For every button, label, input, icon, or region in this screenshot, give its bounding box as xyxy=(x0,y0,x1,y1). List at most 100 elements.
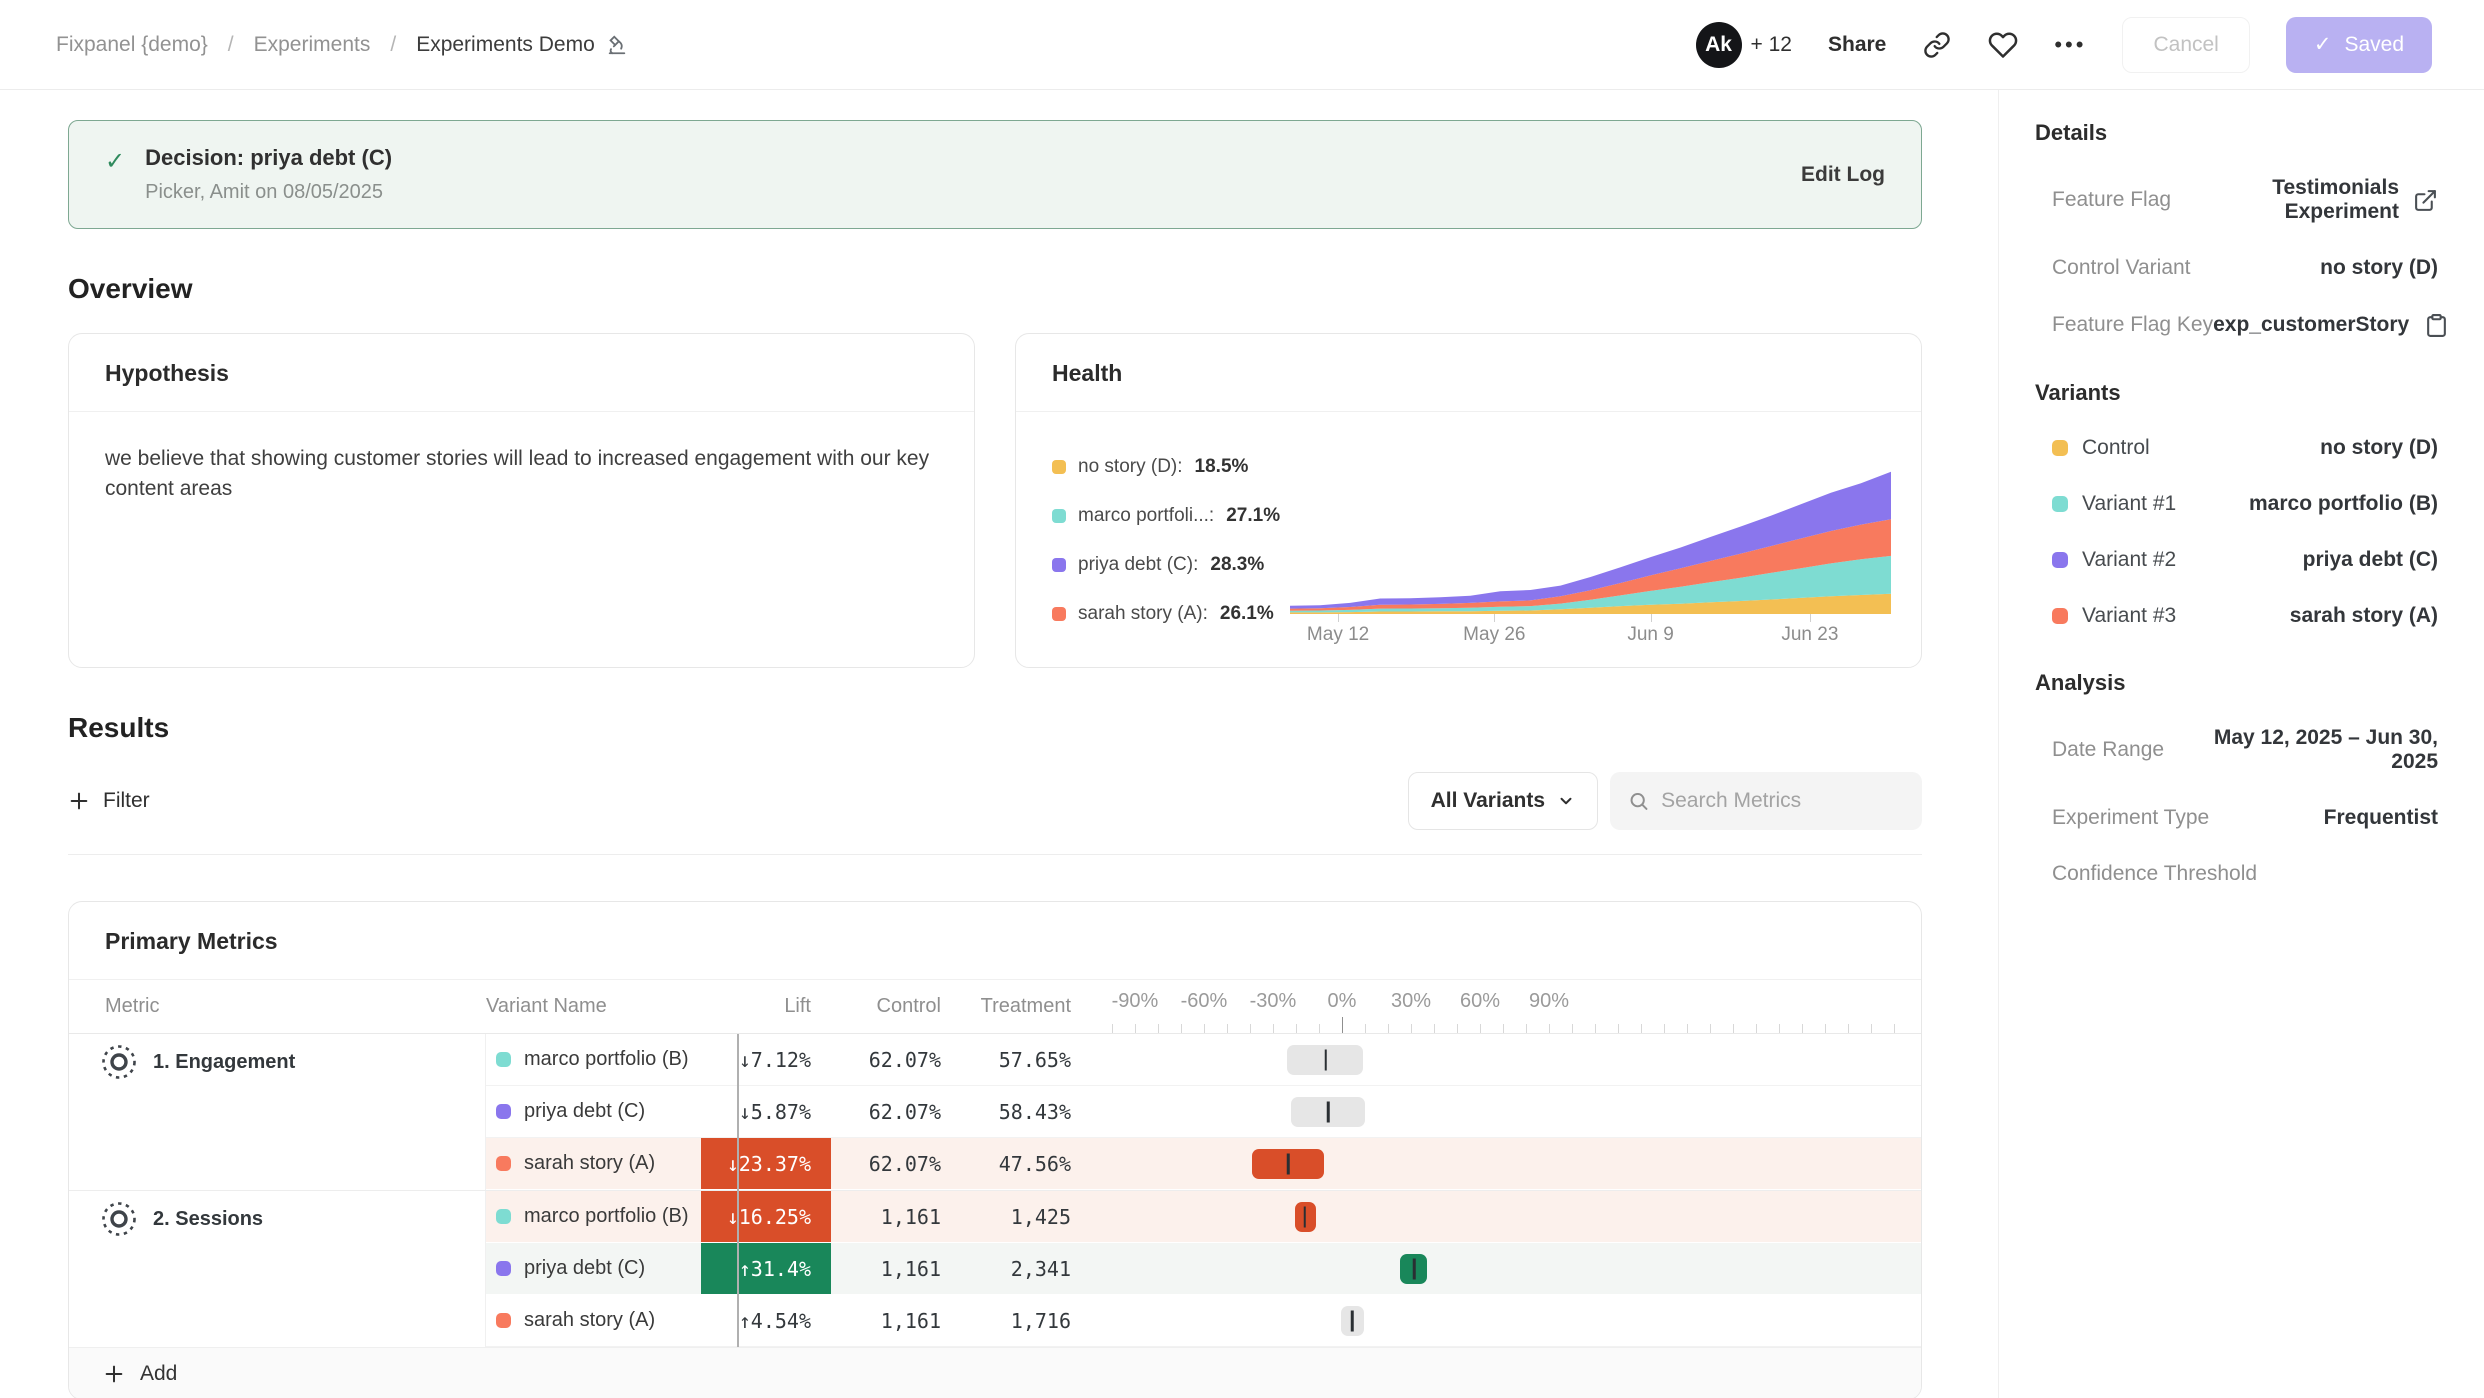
metric-cell[interactable]: 1. Engagement xyxy=(69,1034,486,1190)
table-row[interactable]: sarah story (A)↑4.54%1,1611,716 xyxy=(486,1295,1921,1347)
search-metrics-box[interactable] xyxy=(1610,772,1922,830)
variant-row: Variant #2priya debt (C) xyxy=(2035,548,2438,572)
legend-value: 27.1% xyxy=(1226,505,1280,527)
col-lift: Lift xyxy=(701,995,831,1018)
chevron-down-icon xyxy=(1557,792,1575,810)
favorite-heart-icon[interactable] xyxy=(1988,30,2018,60)
variant-name: sarah story (A) xyxy=(524,1152,655,1175)
collaborator-avatars[interactable]: Ak + 12 xyxy=(1696,22,1792,68)
table-row[interactable]: marco portfolio (B)↓7.12%62.07%57.65% xyxy=(486,1034,1921,1086)
variant-cell: marco portfolio (B) xyxy=(486,1034,701,1085)
analysis-row: Experiment TypeFrequentist xyxy=(2035,806,2438,830)
mean-marker xyxy=(1327,1101,1330,1122)
variant-cell: priya debt (C) xyxy=(486,1243,701,1294)
axis-tick xyxy=(1411,1024,1412,1033)
treatment-value: 2,341 xyxy=(961,1243,1091,1294)
table-row[interactable]: priya debt (C)↑31.4%1,1612,341 xyxy=(486,1243,1921,1295)
avatar[interactable]: Ak xyxy=(1696,22,1742,68)
search-icon xyxy=(1628,789,1649,813)
cancel-button[interactable]: Cancel xyxy=(2122,17,2249,73)
health-legend: no story (D): 18.5%marco portfoli...: 27… xyxy=(1052,412,1290,653)
axis-tick xyxy=(1572,1024,1573,1033)
legend-color-chip xyxy=(1052,460,1066,474)
variant-cell: marco portfolio (B) xyxy=(486,1191,701,1242)
breadcrumb-project[interactable]: Fixpanel {demo} xyxy=(56,33,208,57)
share-button[interactable]: Share xyxy=(1828,33,1886,57)
axis-tick xyxy=(1503,1024,1504,1033)
external-link-icon[interactable] xyxy=(2413,187,2438,213)
axis-label: 30% xyxy=(1391,990,1431,1013)
app-window: Fixpanel {demo} / Experiments / Experime… xyxy=(0,0,2484,1398)
variant-color-chip xyxy=(2052,440,2068,456)
add-metric-button[interactable]: Add xyxy=(69,1347,1921,1398)
analysis-value: Frequentist xyxy=(2324,806,2438,830)
control-value: 1,161 xyxy=(831,1295,961,1346)
clipboard-icon[interactable] xyxy=(2423,312,2449,338)
variant-color-chip xyxy=(496,1104,511,1119)
axis-tick xyxy=(1710,1024,1711,1033)
breadcrumb-experiments[interactable]: Experiments xyxy=(254,33,371,57)
mean-marker xyxy=(1303,1206,1306,1227)
results-heading: Results xyxy=(68,712,1922,744)
x-axis-label: Jun 23 xyxy=(1781,624,1838,646)
analysis-row: Date RangeMay 12, 2025 – Jun 30, 2025 xyxy=(2035,726,2438,774)
axis-tick xyxy=(1733,1024,1734,1033)
breadcrumb-current[interactable]: Experiments Demo xyxy=(416,33,629,57)
treatment-value: 1,425 xyxy=(961,1191,1091,1242)
detail-value-text: Testimonials Experiment xyxy=(2171,176,2399,224)
health-legend-item: sarah story (A): 26.1% xyxy=(1052,603,1290,625)
analysis-section: Analysis Date RangeMay 12, 2025 – Jun 30… xyxy=(2035,670,2438,886)
control-value: 62.07% xyxy=(831,1086,961,1137)
table-row[interactable]: priya debt (C)↓5.87%62.07%58.43% xyxy=(486,1086,1921,1138)
detail-label: Feature Flag Key xyxy=(2052,313,2213,337)
decision-subtitle: Picker, Amit on 08/05/2025 xyxy=(145,181,392,204)
x-axis-tick xyxy=(1651,614,1652,622)
axis-tick xyxy=(1894,1024,1895,1033)
variant-cell: sarah story (A) xyxy=(486,1295,701,1346)
table-row[interactable]: sarah story (A)↓23.37%62.07%47.56% xyxy=(486,1138,1921,1190)
microscope-icon xyxy=(605,33,629,57)
variant-value: priya debt (C) xyxy=(2303,548,2438,572)
x-axis-label: Jun 9 xyxy=(1627,624,1673,646)
metric-cell[interactable]: 2. Sessions xyxy=(69,1191,486,1347)
top-bar: Fixpanel {demo} / Experiments / Experime… xyxy=(0,0,2484,90)
axis-tick xyxy=(1779,1024,1780,1033)
health-x-axis: May 12May 26Jun 9Jun 23 xyxy=(1290,614,1891,648)
analysis-label: Confidence Threshold xyxy=(2052,862,2257,886)
saved-button[interactable]: ✓ Saved xyxy=(2286,17,2432,73)
table-row[interactable]: marco portfolio (B)↓16.25%1,1611,425 xyxy=(486,1191,1921,1243)
axis-tick xyxy=(1825,1024,1826,1033)
variant-name: marco portfolio (B) xyxy=(524,1048,689,1071)
variant-label: Variant #1 xyxy=(2082,492,2176,516)
health-area-chart: May 12May 26Jun 9Jun 23 xyxy=(1290,412,1891,653)
variants-section: Variants Controlno story (D)Variant #1ma… xyxy=(2035,380,2438,628)
col-metric: Metric xyxy=(69,995,486,1018)
axis-tick xyxy=(1204,1024,1205,1033)
check-icon: ✓ xyxy=(105,147,125,176)
metrics-table-header: Metric Variant Name Lift Control Treatme… xyxy=(69,980,1921,1034)
edit-log-button[interactable]: Edit Log xyxy=(1801,163,1885,187)
add-filter-button[interactable]: Filter xyxy=(68,783,150,819)
metrics-table-body: 1. Engagementmarco portfolio (B)↓7.12%62… xyxy=(69,1034,1921,1347)
x-axis-label: May 26 xyxy=(1463,624,1525,646)
axis-tick xyxy=(1181,1024,1182,1033)
details-sidebar: Details Feature FlagTestimonials Experim… xyxy=(1998,90,2484,1398)
axis-tick xyxy=(1388,1024,1389,1033)
col-treatment: Treatment xyxy=(961,995,1091,1018)
axis-tick xyxy=(1365,1024,1366,1033)
divider xyxy=(68,854,1922,855)
variant-color-chip xyxy=(496,1261,511,1276)
copy-link-icon[interactable] xyxy=(1922,30,1952,60)
detail-value: no story (D) xyxy=(2320,256,2438,280)
more-options-button[interactable]: ••• xyxy=(2054,32,2086,58)
detail-value-text: no story (D) xyxy=(2320,256,2438,280)
variant-cell: priya debt (C) xyxy=(486,1086,701,1137)
primary-metrics-card: Primary Metrics Metric Variant Name Lift… xyxy=(68,901,1922,1398)
treatment-value: 47.56% xyxy=(961,1138,1091,1189)
search-metrics-input[interactable] xyxy=(1661,789,1904,813)
axis-label: 0% xyxy=(1328,990,1357,1013)
col-variant-name: Variant Name xyxy=(486,995,701,1018)
variant-value: sarah story (A) xyxy=(2290,604,2438,628)
confidence-interval-cell xyxy=(1091,1295,1921,1346)
all-variants-dropdown[interactable]: All Variants xyxy=(1408,772,1598,830)
